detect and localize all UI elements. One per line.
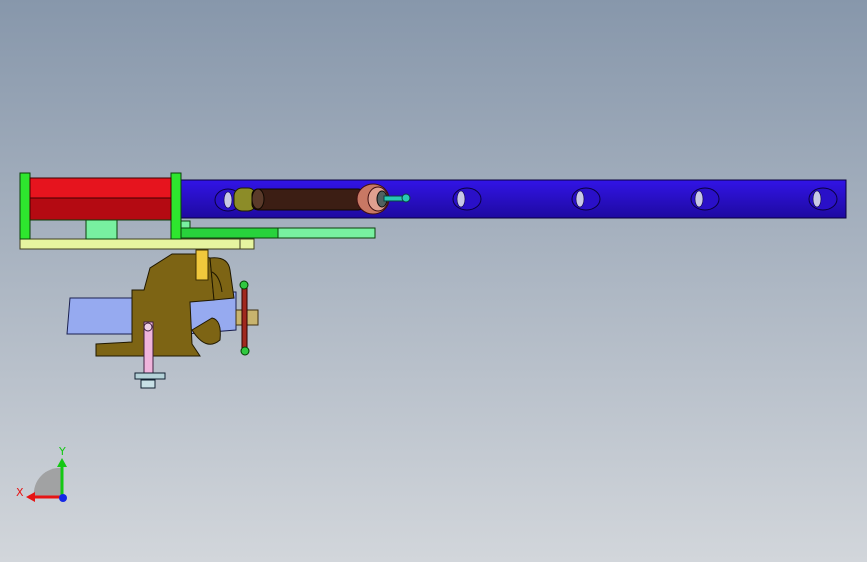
bolt-head	[143, 322, 153, 332]
vise-jaw	[66, 297, 133, 335]
vise-handle	[241, 283, 248, 353]
tube-slot	[452, 187, 482, 211]
rail-light-green	[277, 227, 376, 239]
triad-x-label: X	[16, 486, 24, 499]
vise-handle-knob-bottom	[240, 346, 250, 356]
rail-green	[179, 227, 279, 239]
dark-shaft	[251, 188, 365, 211]
triad-y-label: Y	[58, 445, 66, 458]
bolt-nut	[134, 372, 166, 380]
bolt-foot	[140, 379, 156, 389]
vise-handle-knob-top	[239, 280, 249, 290]
inner-shaft-assembly[interactable]	[233, 183, 411, 215]
tube-slot	[690, 187, 720, 211]
cad-viewport[interactable]: Y X	[0, 0, 867, 562]
frame-block	[85, 219, 118, 240]
rail-pale	[19, 238, 253, 250]
rail-pale-tab	[239, 238, 255, 250]
triad-z-axis	[59, 494, 67, 502]
tube-slot	[808, 187, 838, 211]
frame-right-post	[170, 172, 182, 240]
viewport-background	[0, 0, 867, 562]
cyan-pin-tip	[401, 193, 411, 203]
tube-slot	[571, 187, 601, 211]
shaft-end-left	[251, 188, 265, 210]
clamp-yellow	[195, 249, 209, 281]
frame-left-post	[19, 172, 31, 240]
red-plate-top	[29, 177, 172, 199]
red-plate-bottom	[29, 197, 172, 221]
